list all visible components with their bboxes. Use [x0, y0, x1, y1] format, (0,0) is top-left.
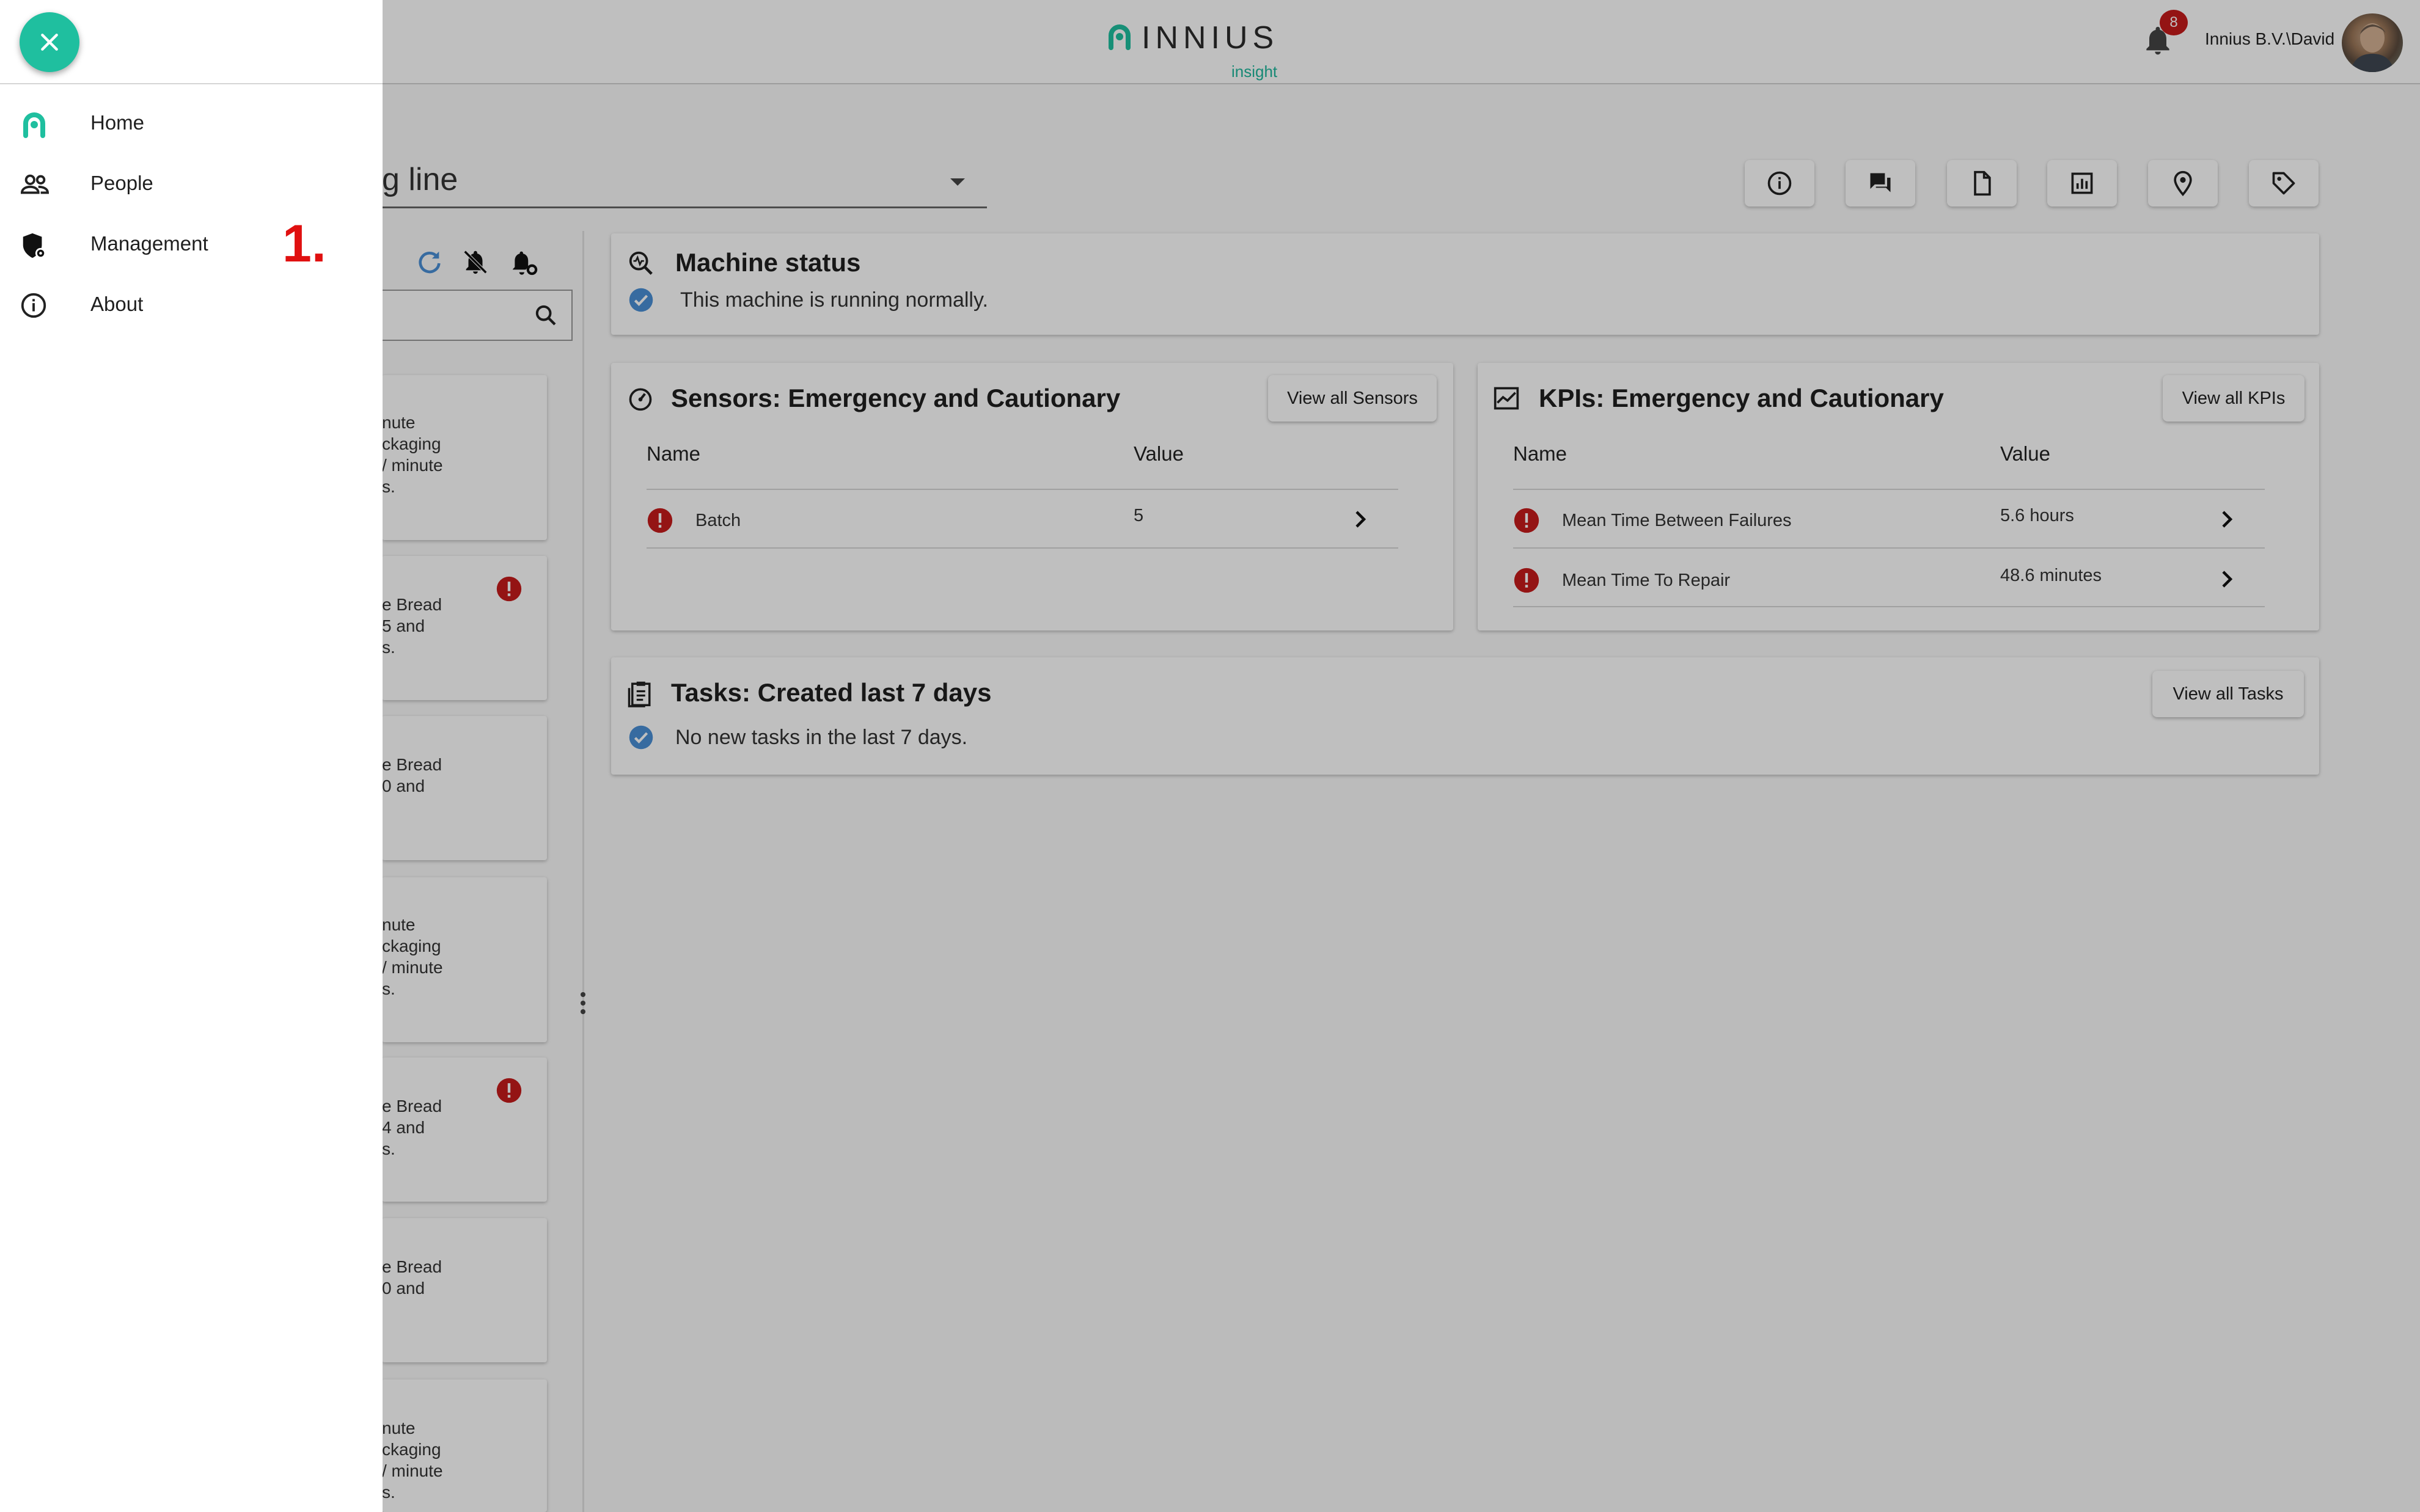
close-icon: [41, 34, 58, 51]
innius-logo-icon: [23, 112, 45, 138]
nav-item-label: About: [90, 293, 144, 315]
nav-item-people[interactable]: People: [0, 155, 383, 213]
step-marker: 1.: [282, 214, 326, 273]
nav-item-about[interactable]: About: [0, 276, 383, 334]
management-shield-icon: [23, 233, 46, 259]
close-drawer-button[interactable]: [20, 12, 79, 72]
people-icon: [20, 174, 50, 194]
nav-drawer: Home People Management About 1.: [0, 0, 383, 1512]
nav-item-home[interactable]: Home: [0, 94, 383, 153]
info-icon: [21, 293, 46, 318]
nav-item-label: Management: [90, 232, 208, 255]
nav-item-label: Home: [90, 111, 145, 134]
nav-item-label: People: [90, 172, 153, 194]
